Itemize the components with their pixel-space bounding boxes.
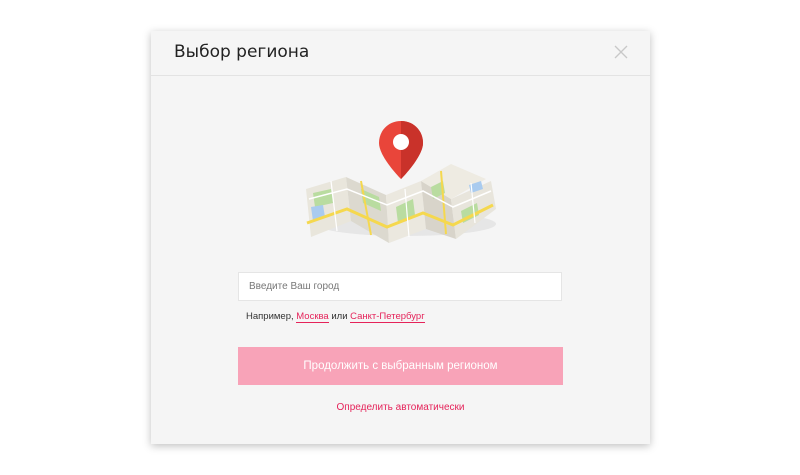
continue-button[interactable]: Продолжить с выбранным регионом bbox=[238, 347, 563, 385]
example-prefix: Например, bbox=[246, 311, 294, 322]
region-modal: Выбор региона Введите Ваш город Например… bbox=[151, 31, 650, 444]
modal-header: Выбор региона bbox=[151, 31, 650, 76]
example-city-spb-link[interactable]: Санкт-Петербург bbox=[350, 311, 425, 323]
map-illustration bbox=[301, 119, 501, 243]
example-separator: или bbox=[331, 311, 348, 322]
modal-title: Выбор региона bbox=[174, 42, 310, 62]
example-city-moscow-link[interactable]: Москва bbox=[296, 311, 329, 323]
map-with-location-pin-icon bbox=[306, 121, 496, 243]
city-input[interactable] bbox=[238, 272, 562, 301]
close-button[interactable] bbox=[612, 43, 630, 61]
example-cities: Например, Москва или Санкт-Петербург bbox=[246, 311, 425, 323]
auto-detect-link[interactable]: Определить автоматически bbox=[151, 402, 650, 413]
close-icon bbox=[614, 45, 628, 59]
